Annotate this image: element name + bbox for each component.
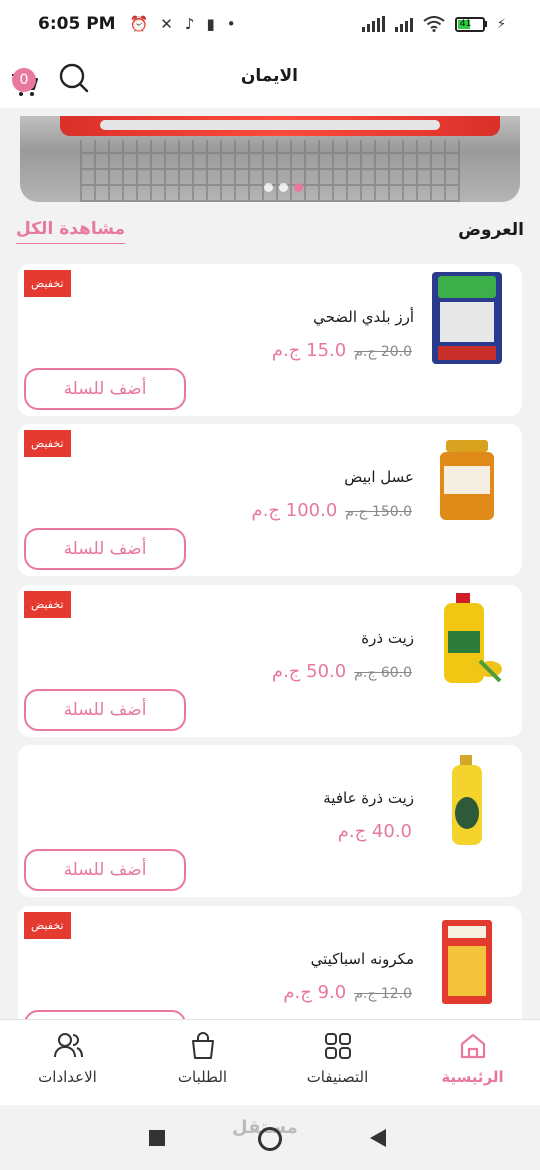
rice-bag-image [432, 272, 502, 364]
search-button[interactable] [58, 62, 90, 94]
carousel-dots [264, 183, 303, 192]
add-to-cart-button[interactable]: أضف للسلة [24, 689, 186, 731]
cart-button[interactable]: 0 [8, 64, 38, 96]
old-price: 60.0 ج.م [354, 665, 412, 681]
honey-jar-image [440, 440, 494, 520]
see-all-link[interactable]: مشاهدة الكل [16, 219, 126, 244]
status-notification-icons: ⏰ ✕ ♪ ▮ • [130, 15, 236, 33]
status-bar: 6:05 PM ⏰ ✕ ♪ ▮ • 41 ⚡ [0, 0, 540, 48]
carousel-dot-active[interactable] [294, 183, 303, 192]
product-card[interactable]: تخفيض زيت ذرة 60.0 ج.م 50.0 ج.م أضف للسل… [18, 585, 522, 737]
product-card[interactable]: زيت ذرة عافية 40.0 ج.م أضف للسلة [18, 745, 522, 897]
system-navigation: مستقل [0, 1105, 540, 1170]
home-icon [460, 1033, 485, 1059]
wifi-icon [423, 16, 445, 32]
oil-bottle-image [444, 593, 502, 683]
old-price: 12.0 ج.م [354, 986, 412, 1002]
add-to-cart-button[interactable]: أضف للسلة [24, 849, 186, 891]
product-card[interactable]: تخفيض أرز بلدي الضحي 20.0 ج.م 15.0 ج.م أ… [18, 264, 522, 416]
nav-home-label: الرئيسية [441, 1068, 504, 1086]
notification-icon: ♪ [184, 15, 195, 33]
carousel-dot[interactable] [264, 183, 273, 192]
nav-settings[interactable]: الاعدادات [0, 1020, 135, 1105]
discount-badge: تخفيض [24, 912, 71, 939]
product-name: عسل ابيض [344, 468, 414, 486]
price-row: 12.0 ج.م 9.0 ج.م [283, 982, 412, 1003]
battery-level: 41 [457, 18, 472, 29]
price-row: 150.0 ج.م 100.0 ج.م [252, 500, 412, 521]
old-price: 150.0 ج.م [345, 504, 412, 520]
new-price: 15.0 ج.م [271, 340, 347, 361]
promo-banner[interactable] [20, 116, 520, 202]
cart-basket-graphic [80, 140, 460, 202]
add-to-cart-button[interactable]: أضف للسلة [24, 528, 186, 570]
dot-icon: • [226, 15, 236, 33]
product-name: مكرونه اسباكيتي [310, 950, 414, 968]
discount-badge: تخفيض [24, 270, 71, 297]
back-button[interactable] [370, 1129, 386, 1147]
alarm-icon: ⏰ [129, 15, 149, 33]
recents-button[interactable] [149, 1130, 165, 1146]
nav-home[interactable]: الرئيسية [405, 1020, 540, 1105]
new-price: 9.0 ج.م [283, 982, 347, 1003]
product-name: أرز بلدي الضحي [313, 308, 414, 326]
users-icon [53, 1033, 83, 1058]
new-price: 40.0 ج.م [337, 821, 412, 842]
price-row: 20.0 ج.م 15.0 ج.م [272, 340, 412, 361]
price-row: 60.0 ج.م 50.0 ج.م [272, 661, 412, 682]
oil-bottle-small-image [452, 755, 482, 845]
categories-icon [324, 1033, 351, 1059]
cart-count-badge: 0 [12, 68, 36, 92]
offers-section-title: العروض [458, 220, 524, 240]
home-button[interactable] [258, 1127, 282, 1151]
battery-icon: 41 [454, 16, 487, 32]
bottom-navigation: الرئيسية التصنيفات الطلبات الاعدادات [0, 1019, 540, 1105]
shopping-bag-icon [191, 1032, 214, 1059]
status-time: 6:05 PM [38, 14, 116, 34]
search-icon [59, 63, 89, 93]
truck-icon: ▮ [206, 15, 215, 33]
discount-badge: تخفيض [24, 591, 71, 618]
product-name: زيت ذرة عافية [323, 789, 414, 807]
utensils-icon: ✕ [160, 15, 173, 33]
nav-orders[interactable]: الطلبات [135, 1020, 270, 1105]
new-price: 50.0 ج.م [271, 661, 347, 682]
pasta-pack-image [442, 920, 492, 1004]
charging-icon: ⚡ [496, 16, 506, 32]
signal-2-icon [394, 16, 413, 32]
product-card[interactable]: تخفيض عسل ابيض 150.0 ج.م 100.0 ج.م أضف ل… [18, 424, 522, 576]
carousel-dot[interactable] [279, 183, 288, 192]
new-price: 100.0 ج.م [251, 500, 338, 521]
add-to-cart-button[interactable]: أضف للسلة [24, 368, 186, 410]
signal-icon [361, 16, 385, 32]
nav-orders-label: الطلبات [177, 1068, 228, 1086]
old-price: 20.0 ج.م [354, 344, 412, 360]
product-name: زيت ذرة [361, 629, 414, 647]
price-row: 40.0 ج.م [338, 821, 412, 842]
app-header: 0 الايمان [0, 48, 540, 108]
nav-categories[interactable]: التصنيفات [270, 1020, 405, 1105]
discount-badge: تخفيض [24, 430, 71, 457]
page-title: الايمان [240, 66, 298, 86]
nav-categories-label: التصنيفات [306, 1068, 369, 1086]
nav-settings-label: الاعدادات [38, 1068, 97, 1086]
